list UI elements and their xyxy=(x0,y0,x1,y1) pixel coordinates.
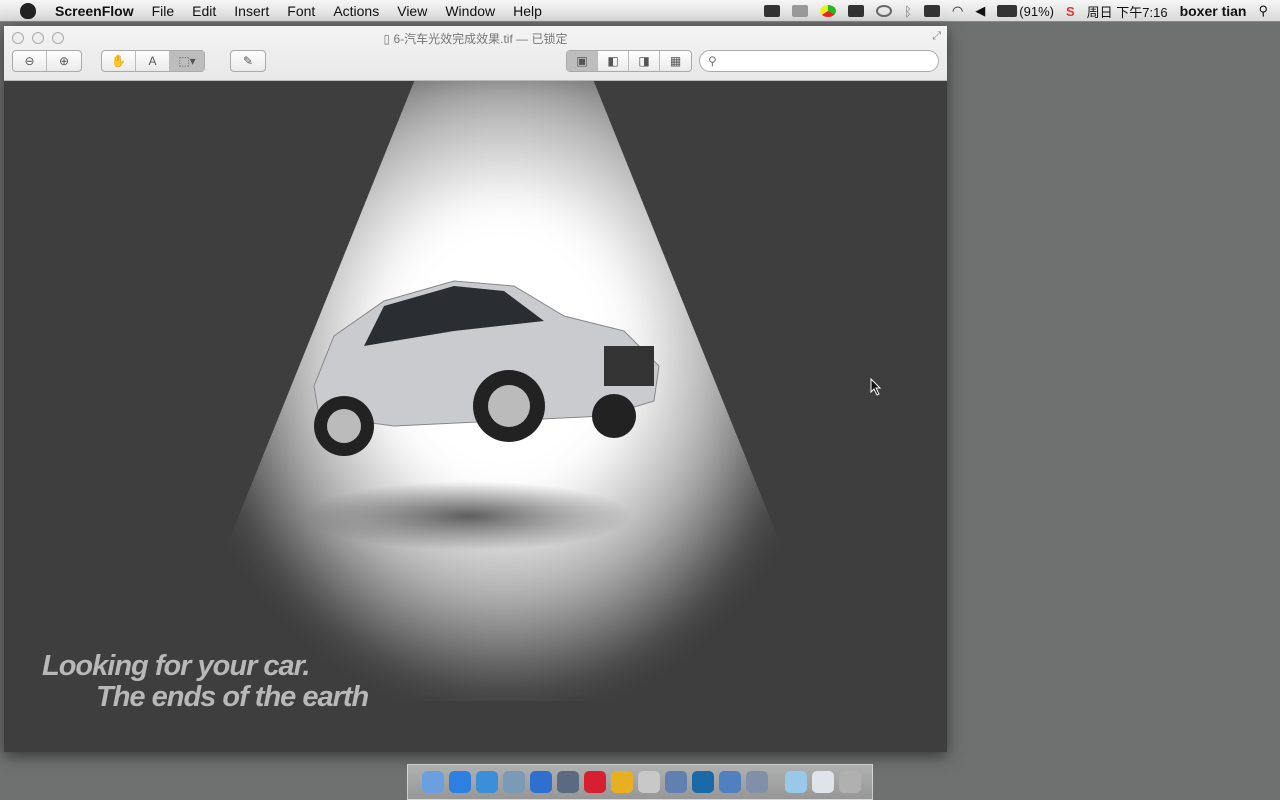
hand-tool-icon[interactable]: ✋ xyxy=(102,51,136,71)
sogou-input-icon[interactable]: S xyxy=(1066,4,1075,19)
text-tool-icon[interactable]: A xyxy=(136,51,170,71)
dock-image-capture-icon[interactable] xyxy=(719,771,741,793)
dock xyxy=(407,764,873,800)
contact-sheet-icon[interactable]: ▦ xyxy=(660,51,691,71)
display-icon[interactable] xyxy=(923,5,940,17)
menu-edit[interactable]: Edit xyxy=(183,3,225,19)
dock-finder-icon[interactable] xyxy=(422,771,444,793)
dock-app-store-icon[interactable] xyxy=(449,771,471,793)
image-canvas[interactable]: Looking for your car. The ends of the ea… xyxy=(4,81,947,752)
zoom-group: ⊖ ⊕ xyxy=(12,50,82,72)
menu-file[interactable]: File xyxy=(143,3,184,19)
menu-insert[interactable]: Insert xyxy=(225,3,278,19)
screenflow-record-icon[interactable] xyxy=(764,5,781,17)
memory-icon[interactable] xyxy=(848,5,865,17)
file-icon: ▯ xyxy=(383,32,394,46)
menu-app[interactable]: ScreenFlow xyxy=(46,3,143,19)
locked-label: — 已锁定 xyxy=(516,32,568,46)
zoom-out-icon[interactable]: ⊖ xyxy=(13,51,47,71)
wifi-icon[interactable]: ◠ xyxy=(952,3,963,19)
dock-documents-icon[interactable] xyxy=(812,771,834,793)
menu-font[interactable]: Font xyxy=(278,3,324,19)
select-tool-icon[interactable]: ⬚▾ xyxy=(170,51,204,71)
time-machine-icon[interactable] xyxy=(876,5,893,17)
clock[interactable]: 周日 下午7:16 xyxy=(1087,2,1168,21)
mouse-cursor-icon xyxy=(870,378,882,396)
pencil-icon[interactable]: ✎ xyxy=(231,51,265,71)
dock-preview-icon[interactable] xyxy=(746,771,768,793)
slogan: Looking for your car. The ends of the ea… xyxy=(42,650,369,713)
dock-trash-icon[interactable] xyxy=(839,771,861,793)
user-name[interactable]: boxer tian xyxy=(1180,3,1247,19)
suv-car-image xyxy=(313,280,660,456)
battery-percent: (91%) xyxy=(1019,3,1054,19)
dock-safari-icon[interactable] xyxy=(476,771,498,793)
dock-folder-icon[interactable] xyxy=(785,771,807,793)
tool-group: ✋ A ⬚▾ xyxy=(101,50,205,72)
content-only-icon[interactable]: ▣ xyxy=(567,51,598,71)
car-shadow xyxy=(304,481,634,551)
dock-x-app-icon[interactable] xyxy=(638,771,660,793)
bluetooth-icon[interactable]: ᛒ xyxy=(904,4,912,19)
dock-dashboard-icon[interactable] xyxy=(503,771,525,793)
apple-menu-icon[interactable] xyxy=(20,2,36,19)
title-bar: ▯ 6-汽车光效完成效果.tif — 已锁定 ⤢ ⊖ ⊕ ✋ A ⬚▾ ✎ ▣ ◧ ◨ ▦ … xyxy=(4,26,947,81)
search-icon: ⚲ xyxy=(708,54,717,68)
dock-itunes-icon[interactable] xyxy=(530,771,552,793)
view-group: ▣ ◧ ◨ ▦ xyxy=(566,50,692,72)
preview-window: ▯ 6-汽车光效完成效果.tif — 已锁定 ⤢ ⊖ ⊕ ✋ A ⬚▾ ✎ ▣ ◧ ◨ ▦ … xyxy=(4,26,947,752)
dock-screenflow-icon[interactable] xyxy=(557,771,579,793)
dock-photoshop-icon[interactable] xyxy=(692,771,714,793)
dock-mail-m-icon[interactable] xyxy=(584,771,606,793)
thumbnails-icon[interactable]: ◧ xyxy=(598,51,629,71)
dock-chrome-icon[interactable] xyxy=(611,771,633,793)
spotlight-icon[interactable]: ⚲ xyxy=(1258,3,1268,19)
keyboard-icon[interactable] xyxy=(792,5,809,17)
slogan-line-1: Looking for your car. xyxy=(42,650,310,682)
slogan-line-2: The ends of the earth xyxy=(96,681,369,713)
dock-calendar-clock-icon[interactable] xyxy=(665,771,687,793)
search-input[interactable]: ⚲ xyxy=(699,50,939,72)
toc-icon[interactable]: ◨ xyxy=(629,51,660,71)
zoom-in-icon[interactable]: ⊕ xyxy=(47,51,81,71)
menu-view[interactable]: View xyxy=(388,3,436,19)
fullscreen-icon[interactable]: ⤢ xyxy=(932,30,941,43)
menu-actions[interactable]: Actions xyxy=(324,3,388,19)
menu-bar: ScreenFlow File Edit Insert Font Actions… xyxy=(0,0,1280,22)
battery-icon[interactable] xyxy=(997,5,1018,17)
color-wheel-icon[interactable] xyxy=(820,5,837,17)
title-text: 6-汽车光效完成效果.tif xyxy=(393,32,513,46)
menu-help[interactable]: Help xyxy=(504,3,551,19)
menu-window[interactable]: Window xyxy=(436,3,504,19)
volume-icon[interactable]: ◀ xyxy=(975,3,985,19)
annotate-group: ✎ xyxy=(230,50,266,72)
window-title: ▯ 6-汽车光效完成效果.tif — 已锁定 xyxy=(4,30,947,47)
